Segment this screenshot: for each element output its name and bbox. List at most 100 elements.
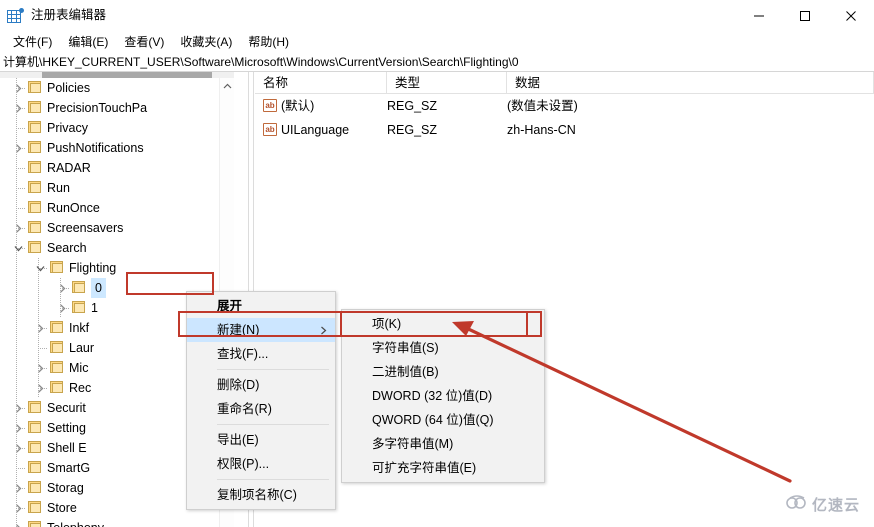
tree-item-run[interactable]: Run xyxy=(0,178,232,198)
tree-guide-line xyxy=(16,128,25,129)
submenu-item[interactable]: 多字符串值(M) xyxy=(342,432,544,456)
tree-item-precisiontouchpa[interactable]: PrecisionTouchPa xyxy=(0,98,232,118)
chevron-right-icon[interactable] xyxy=(10,218,26,238)
tree-guide-line xyxy=(16,378,17,398)
tree-item-label: RunOnce xyxy=(47,201,100,215)
chevron-right-icon[interactable] xyxy=(10,418,26,438)
folder-icon xyxy=(27,500,43,516)
tree-item-radar[interactable]: RADAR xyxy=(0,158,232,178)
submenu-item[interactable]: DWORD (32 位)值(D) xyxy=(342,384,544,408)
new-submenu[interactable]: 项(K) 字符串值(S) 二进制值(B) DWORD (32 位)值(D) QWORD … xyxy=(341,309,545,483)
context-menu-item[interactable]: 删除(D) xyxy=(187,373,335,397)
menu-view[interactable]: 查看(V) xyxy=(116,31,172,52)
column-header-type[interactable]: 类型 xyxy=(387,72,507,94)
submenu-item[interactable]: 字符串值(S) xyxy=(342,336,544,360)
tree-item-label: Store xyxy=(47,501,77,515)
minimize-button[interactable] xyxy=(736,0,782,31)
column-header-name[interactable]: 名称 xyxy=(255,72,387,94)
tree-item-label: Setting xyxy=(47,421,86,435)
context-menu-item[interactable]: 重命名(R) xyxy=(187,397,335,421)
context-menu-item[interactable]: 查找(F)... xyxy=(187,342,335,366)
context-menu-item[interactable]: 导出(E) xyxy=(187,428,335,452)
values-list[interactable]: ab (默认) REG_SZ (数值未设置) ab UILanguage REG_SZ zh-… xyxy=(255,94,874,142)
submenu-item[interactable]: 可扩充字符串值(E) xyxy=(342,456,544,480)
tree-guide-line xyxy=(16,338,17,358)
chevron-right-icon[interactable] xyxy=(10,498,26,518)
cell-type: REG_SZ xyxy=(387,123,438,137)
context-menu-item[interactable]: 复制项名称(C) xyxy=(187,483,335,507)
maximize-button[interactable] xyxy=(782,0,828,31)
context-menu-item[interactable]: 展开 xyxy=(187,294,335,318)
chevron-right-icon[interactable] xyxy=(32,358,48,378)
chevron-right-icon[interactable] xyxy=(10,98,26,118)
submenu-item[interactable]: 项(K) xyxy=(342,312,544,336)
submenu-item[interactable]: 二进制值(B) xyxy=(342,360,544,384)
tree-guide-line xyxy=(16,168,25,169)
tree-item-label: Shell E xyxy=(47,441,87,455)
folder-icon xyxy=(27,480,43,496)
chevron-down-icon[interactable] xyxy=(10,238,26,258)
tree-item-flighting[interactable]: Flighting xyxy=(0,258,232,278)
column-header-data[interactable]: 数据 xyxy=(507,72,874,94)
tree-item-pushnotifications[interactable]: PushNotifications xyxy=(0,138,232,158)
tree-item-label: Laur xyxy=(69,341,95,355)
tree-guide-line xyxy=(16,258,17,278)
menu-file[interactable]: 文件(F) xyxy=(5,31,60,52)
tree-item-label: Telephony xyxy=(47,518,104,527)
tree-item-runonce[interactable]: RunOnce xyxy=(0,198,232,218)
tree-item-screensavers[interactable]: Screensavers xyxy=(0,218,232,238)
chevron-right-icon[interactable] xyxy=(54,278,70,298)
tree-item-label: PushNotifications xyxy=(47,141,144,155)
context-menu-item[interactable]: 权限(P)... xyxy=(187,452,335,476)
menu-help[interactable]: 帮助(H) xyxy=(240,31,297,52)
submenu-item[interactable]: QWORD (64 位)值(Q) xyxy=(342,408,544,432)
chevron-right-icon[interactable] xyxy=(10,518,26,527)
folder-icon xyxy=(27,220,43,236)
folder-icon xyxy=(27,420,43,436)
table-row[interactable]: ab (默认) REG_SZ (数值未设置) xyxy=(255,94,874,118)
menu-edit[interactable]: 编辑(E) xyxy=(60,31,116,52)
menu-favorites[interactable]: 收藏夹(A) xyxy=(172,31,240,52)
tree-item-telephony[interactable]: Telephony xyxy=(0,518,232,527)
chevron-right-icon[interactable] xyxy=(32,318,48,338)
tree-item-privacy[interactable]: Privacy xyxy=(0,118,232,138)
folder-icon xyxy=(27,160,43,176)
tree-item-label: PrecisionTouchPa xyxy=(47,101,148,115)
folder-icon xyxy=(49,260,65,276)
folder-icon xyxy=(27,440,43,456)
cell-data: zh-Hans-CN xyxy=(507,123,576,137)
table-row[interactable]: ab UILanguage REG_SZ zh-Hans-CN xyxy=(255,118,874,142)
folder-icon xyxy=(27,120,43,136)
tree-item-policies[interactable]: Policies xyxy=(0,78,232,98)
chevron-down-icon[interactable] xyxy=(32,258,48,278)
tree-item-label: Mic xyxy=(69,361,89,375)
tree-item-label: Rec xyxy=(69,381,92,395)
string-value-icon: ab xyxy=(263,123,277,136)
tree-item-label: Run xyxy=(47,181,70,195)
folder-icon xyxy=(49,340,65,356)
chevron-right-icon[interactable] xyxy=(10,438,26,458)
watermark-text: 亿速云 xyxy=(811,497,860,514)
tree-item-label: Search xyxy=(47,241,87,255)
context-menu[interactable]: 展开 新建(N) 查找(F)... 删除(D) 重命名(R) 导出(E) 权限(P)... 复… xyxy=(186,291,336,510)
folder-icon xyxy=(71,280,87,296)
tree-item-search[interactable]: Search xyxy=(0,238,232,258)
chevron-right-icon[interactable] xyxy=(10,478,26,498)
scroll-up-arrow-icon[interactable] xyxy=(220,78,235,94)
chevron-right-icon[interactable] xyxy=(54,298,70,318)
close-button[interactable] xyxy=(828,0,874,31)
tree-guide-line xyxy=(16,468,25,469)
folder-icon xyxy=(49,320,65,336)
address-bar[interactable]: 计算机\HKEY_CURRENT_USER\Software\Microsoft… xyxy=(0,52,874,72)
menu-separator xyxy=(217,424,329,425)
menu-bar: 文件(F) 编辑(E) 查看(V) 收藏夹(A) 帮助(H) xyxy=(0,31,874,52)
chevron-right-icon[interactable] xyxy=(10,398,26,418)
chevron-right-icon[interactable] xyxy=(10,78,26,98)
tree-guide-line xyxy=(38,298,39,318)
chevron-right-icon[interactable] xyxy=(32,378,48,398)
chevron-right-icon xyxy=(320,318,327,342)
string-value-icon: ab xyxy=(263,99,277,112)
context-menu-item[interactable]: 新建(N) xyxy=(187,318,335,342)
cell-name: (默认) xyxy=(281,99,315,113)
chevron-right-icon[interactable] xyxy=(10,138,26,158)
